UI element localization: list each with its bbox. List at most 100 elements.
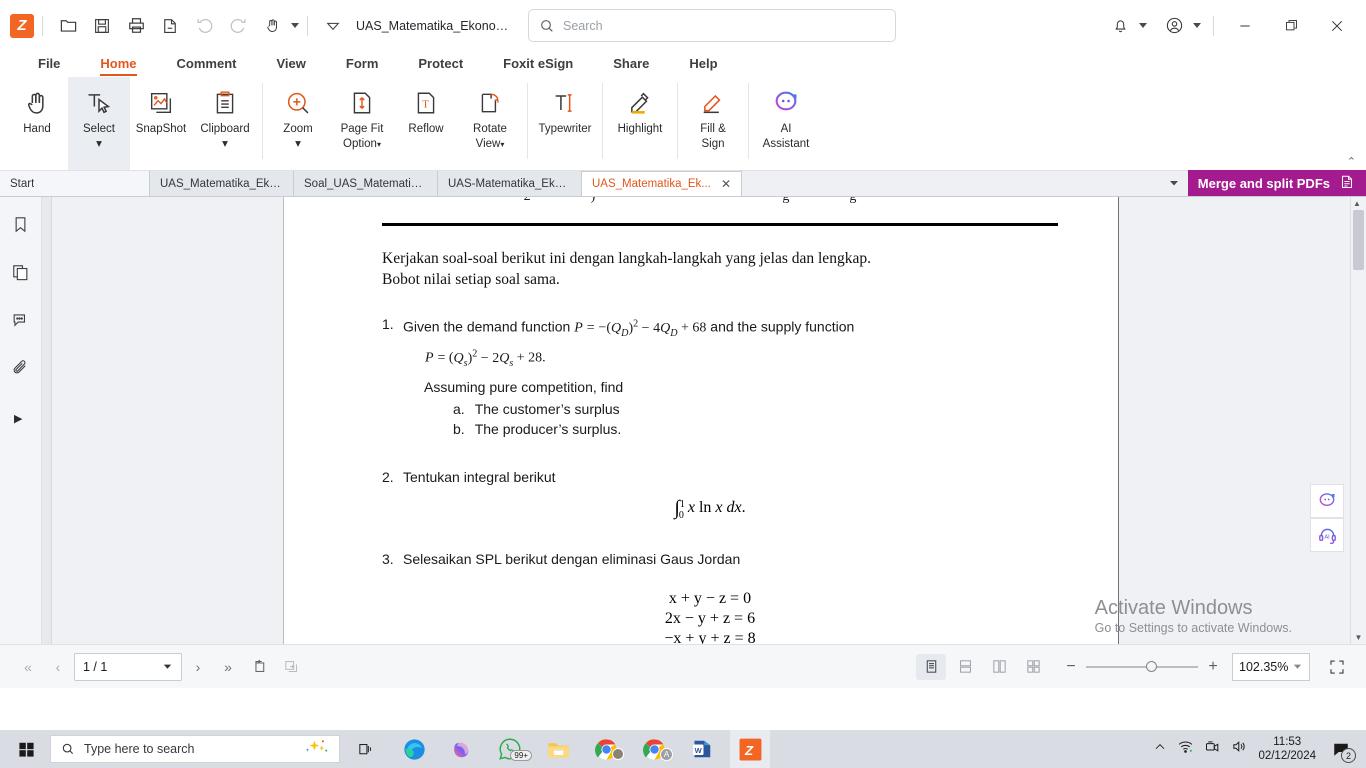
copilot-icon[interactable] bbox=[442, 730, 482, 768]
action-center-icon[interactable]: 2 bbox=[1326, 733, 1356, 765]
ribbon-tab-file[interactable]: File bbox=[18, 54, 80, 74]
ribbon-tab-foxit-esign[interactable]: Foxit eSign bbox=[483, 54, 593, 74]
ribbon-button-clipboard[interactable]: Clipboard ▾ bbox=[192, 77, 258, 170]
minimize-button[interactable] bbox=[1222, 1, 1268, 51]
ribbon-button-zoom[interactable]: Zoom ▾ bbox=[267, 77, 329, 170]
ribbon-button-ai-assistant[interactable]: AI Assistant bbox=[753, 77, 819, 170]
scroll-up-arrow-icon[interactable]: ▲ bbox=[1353, 199, 1364, 208]
ribbon-button-fill-sign[interactable]: Fill & Sign bbox=[682, 77, 744, 170]
zoom-dropdown-caret[interactable]: ▾ bbox=[295, 138, 301, 151]
page-dropdown-caret-icon[interactable] bbox=[162, 661, 173, 672]
tab-document-4-active[interactable]: UAS_Matematika_Ek... ✕ bbox=[582, 171, 742, 196]
ribbon-tab-view[interactable]: View bbox=[256, 54, 325, 74]
merge-and-split-pdfs-button[interactable]: Merge and split PDFs bbox=[1187, 170, 1366, 196]
zoom-slider[interactable]: − + bbox=[1064, 658, 1220, 676]
fullscreen-icon[interactable] bbox=[1322, 653, 1352, 681]
foxit-reader-icon[interactable]: Z bbox=[730, 730, 770, 768]
ai-chat-bubble-icon[interactable] bbox=[1310, 484, 1344, 518]
page-number-input[interactable]: 1 / 1 bbox=[74, 652, 182, 681]
bookmark-icon[interactable] bbox=[11, 215, 30, 239]
task-view-icon[interactable] bbox=[346, 730, 384, 768]
page-fit-dropdown-caret[interactable]: ▾ bbox=[377, 140, 381, 149]
undo-icon[interactable] bbox=[187, 9, 221, 43]
quick-access-chevron-icon[interactable] bbox=[316, 9, 350, 43]
zoom-out-button[interactable]: − bbox=[1064, 658, 1078, 676]
tray-overflow-chevron-up-icon[interactable] bbox=[1153, 740, 1167, 759]
rotate-dropdown-caret[interactable]: ▾ bbox=[500, 140, 504, 149]
ribbon-button-highlight[interactable]: Highlight bbox=[607, 77, 673, 170]
redo-icon[interactable] bbox=[221, 9, 255, 43]
ribbon-button-hand[interactable]: Hand bbox=[6, 77, 68, 170]
scroll-down-arrow-icon[interactable]: ▼ bbox=[1355, 633, 1363, 642]
zoom-slider-knob[interactable] bbox=[1146, 660, 1157, 672]
zoom-dropdown-caret-icon[interactable] bbox=[1292, 661, 1303, 672]
panel-resize-strip[interactable] bbox=[42, 197, 52, 644]
two-page-view-button[interactable] bbox=[984, 654, 1014, 680]
hand-tool-dropdown-caret[interactable] bbox=[291, 23, 299, 28]
tab-overflow-chevron-down-icon[interactable] bbox=[1160, 177, 1188, 189]
two-page-continuous-view-button[interactable] bbox=[1018, 654, 1048, 680]
ribbon-tab-home[interactable]: Home bbox=[80, 54, 156, 76]
chrome-profile-a-icon[interactable]: A bbox=[634, 730, 674, 768]
ribbon-button-typewriter[interactable]: Typewriter bbox=[532, 77, 598, 170]
tab-document-2[interactable]: Soal_UAS_Matematika_I... bbox=[294, 171, 438, 196]
hand-tool-icon[interactable] bbox=[255, 9, 289, 43]
zoom-level-input[interactable]: 102.35% bbox=[1232, 652, 1310, 681]
comments-icon[interactable] bbox=[11, 311, 30, 335]
attachments-icon[interactable] bbox=[11, 359, 30, 383]
edge-icon[interactable] bbox=[394, 730, 434, 768]
scrollbar-thumb[interactable] bbox=[1353, 210, 1364, 270]
document-viewport[interactable]: 2) gg Kerjakan soal-soal berikut ini den… bbox=[52, 197, 1350, 644]
tab-close-icon[interactable]: ✕ bbox=[721, 177, 731, 191]
file-explorer-icon[interactable] bbox=[538, 730, 578, 768]
continuous-view-button[interactable] bbox=[950, 654, 980, 680]
chrome-icon[interactable] bbox=[586, 730, 626, 768]
vertical-scrollbar[interactable]: ▲ ▼ bbox=[1350, 197, 1366, 644]
single-page-view-button[interactable] bbox=[916, 653, 946, 680]
taskbar-search-input[interactable]: Type here to search bbox=[50, 735, 340, 763]
tab-document-3[interactable]: UAS-Matematika_Ekono... bbox=[438, 171, 582, 196]
export-icon[interactable] bbox=[153, 9, 187, 43]
page-thumbnails-icon[interactable] bbox=[11, 263, 30, 287]
ribbon-button-rotate-view[interactable]: Rotate View▾ bbox=[457, 77, 523, 170]
ribbon-tab-form[interactable]: Form bbox=[326, 54, 399, 74]
tab-start[interactable]: Start bbox=[0, 171, 150, 196]
ribbon-button-snapshot[interactable]: SnapShot bbox=[130, 77, 192, 170]
duplicate-view-icon[interactable] bbox=[276, 653, 306, 681]
ribbon-button-reflow[interactable]: T Reflow bbox=[395, 77, 457, 170]
wifi-icon[interactable] bbox=[1177, 738, 1194, 760]
account-icon[interactable] bbox=[1157, 9, 1191, 43]
expand-right-icon[interactable]: ▶ bbox=[14, 412, 22, 425]
ribbon-tab-comment[interactable]: Comment bbox=[157, 54, 257, 74]
print-icon[interactable] bbox=[119, 9, 153, 43]
ribbon-tab-protect[interactable]: Protect bbox=[398, 54, 483, 74]
tab-document-1[interactable]: UAS_Matematika_Ekon... bbox=[150, 171, 294, 196]
volume-icon[interactable] bbox=[1231, 738, 1248, 760]
save-icon[interactable] bbox=[85, 9, 119, 43]
rotate-pages-icon[interactable] bbox=[244, 653, 274, 681]
bell-icon[interactable] bbox=[1103, 9, 1137, 43]
ribbon-tab-share[interactable]: Share bbox=[593, 54, 669, 74]
last-page-icon[interactable]: » bbox=[214, 653, 242, 681]
notifications-dropdown-caret[interactable] bbox=[1139, 23, 1147, 28]
ribbon-button-page-fit-option[interactable]: Page Fit Option▾ bbox=[329, 77, 395, 170]
windows-start-icon[interactable] bbox=[4, 730, 48, 768]
zoom-in-button[interactable]: + bbox=[1206, 658, 1220, 676]
ai-voice-assistant-icon[interactable]: AI bbox=[1310, 518, 1344, 552]
meet-now-icon[interactable] bbox=[1204, 738, 1221, 760]
clipboard-dropdown-caret[interactable]: ▾ bbox=[222, 138, 228, 151]
open-folder-icon[interactable] bbox=[51, 9, 85, 43]
next-page-icon[interactable]: › bbox=[184, 653, 212, 681]
zoom-slider-track[interactable] bbox=[1086, 660, 1198, 672]
ribbon-collapse-icon[interactable]: ⌃ bbox=[1347, 155, 1356, 168]
ribbon-button-select[interactable]: Select ▾ bbox=[68, 77, 130, 170]
account-dropdown-caret[interactable] bbox=[1193, 23, 1201, 28]
ribbon-tab-help[interactable]: Help bbox=[669, 54, 737, 74]
first-page-icon[interactable]: « bbox=[14, 653, 42, 681]
close-button[interactable] bbox=[1314, 1, 1360, 51]
search-input[interactable]: Search bbox=[528, 9, 896, 42]
restore-button[interactable] bbox=[1268, 1, 1314, 51]
whatsapp-icon[interactable]: 99+ bbox=[490, 730, 532, 768]
select-dropdown-caret[interactable]: ▾ bbox=[96, 138, 102, 151]
word-icon[interactable]: W bbox=[682, 730, 722, 768]
